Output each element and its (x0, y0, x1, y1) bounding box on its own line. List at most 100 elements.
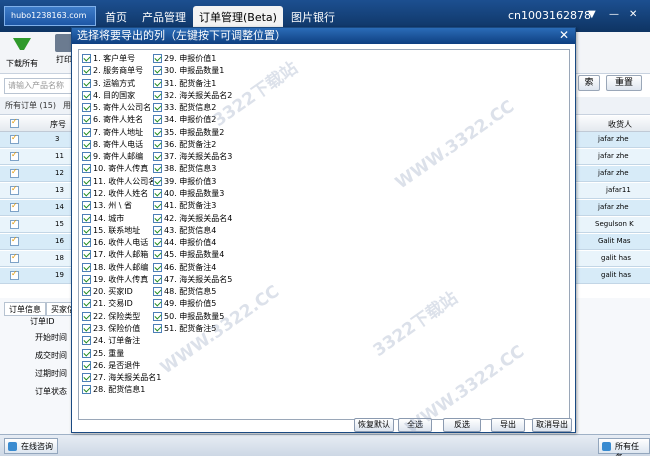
column-checkbox[interactable] (82, 225, 91, 235)
nav-home[interactable]: 首页 (105, 9, 127, 25)
cancel-export-button[interactable]: 取消导出 (532, 418, 572, 432)
column-option-label: 35. 申报品数量2 (164, 127, 225, 137)
column-checkbox[interactable] (82, 164, 91, 174)
column-checkbox[interactable] (153, 152, 162, 162)
column-checkbox[interactable] (153, 201, 162, 211)
close-icon[interactable]: ✕ (559, 28, 569, 42)
column-checkbox[interactable] (153, 103, 162, 113)
column-checkbox[interactable] (82, 189, 91, 198)
column-checkbox[interactable] (82, 115, 91, 125)
column-checkbox[interactable] (153, 262, 162, 272)
column-option-label: 29. 申报价值1 (164, 54, 217, 63)
row-checkbox[interactable] (10, 252, 19, 263)
column-checkbox[interactable] (82, 103, 91, 113)
reset-button[interactable]: 重置 (606, 75, 642, 91)
column-checkbox[interactable] (82, 287, 91, 297)
online-consult-button[interactable]: 在线咨询 (4, 438, 58, 454)
row-checkbox[interactable] (10, 184, 19, 195)
column-checkbox[interactable] (82, 176, 91, 186)
product-search-input[interactable]: 请输入产品名称 (4, 78, 72, 94)
row-checkbox[interactable] (10, 150, 19, 161)
column-option-label: 44. 申报价值4 (164, 238, 217, 247)
column-checkbox[interactable] (82, 360, 91, 370)
column-checkbox[interactable] (82, 127, 91, 137)
tab-order-info[interactable]: 订单信息 (4, 302, 46, 316)
column-option-label: 42. 海关报关品名4 (164, 213, 233, 223)
column-checkbox[interactable] (153, 78, 162, 88)
column-checkbox[interactable] (82, 336, 91, 346)
tab-all-orders[interactable]: 所有订单 (15) (5, 100, 56, 111)
row-checkbox[interactable] (10, 269, 19, 280)
column-checkbox[interactable] (153, 311, 162, 321)
row-receiver: jafar zhe (598, 152, 629, 160)
chevron-down-icon[interactable]: ▼ (588, 9, 596, 20)
column-checkbox[interactable] (153, 213, 162, 223)
column-checkbox[interactable] (153, 238, 162, 247)
column-checkbox[interactable] (82, 152, 91, 162)
column-checkbox[interactable] (153, 139, 162, 149)
column-checkbox[interactable] (82, 274, 91, 284)
search-button[interactable]: 索 (578, 75, 600, 91)
tab-other[interactable]: 用 (63, 100, 71, 111)
column-option-label: 26. 是否退件 (93, 360, 141, 370)
row-seq: 16 (55, 237, 64, 245)
nav-products[interactable]: 产品管理 (142, 9, 186, 25)
column-checkbox[interactable] (82, 348, 91, 358)
column-checkbox[interactable] (82, 201, 91, 211)
column-checkbox[interactable] (82, 54, 91, 63)
row-checkbox[interactable] (10, 133, 19, 144)
column-option-label: 46. 配货备注4 (164, 262, 217, 272)
column-option-label: 19. 收件人传真 (93, 274, 149, 284)
column-checkbox[interactable] (82, 66, 91, 76)
column-checkbox[interactable] (82, 238, 91, 247)
column-checkbox[interactable] (82, 139, 91, 149)
row-checkbox[interactable] (10, 218, 19, 229)
download-arrow-icon (13, 38, 31, 56)
column-checkbox[interactable] (153, 299, 162, 309)
invert-selection-button[interactable]: 反选 (443, 418, 481, 432)
column-checkbox[interactable] (153, 176, 162, 186)
column-checkbox[interactable] (153, 287, 162, 297)
column-checkbox[interactable] (82, 90, 91, 100)
minimize-icon[interactable]: — (609, 9, 619, 20)
column-option-label: 2. 服务商单号 (93, 66, 144, 76)
download-all-label: 下载所有 (6, 59, 38, 68)
column-checkbox[interactable] (82, 250, 91, 260)
column-checkbox[interactable] (153, 274, 162, 284)
all-tasks-button[interactable]: 所有任务 (598, 438, 650, 456)
column-checkbox[interactable] (153, 225, 162, 235)
column-checkbox[interactable] (82, 385, 91, 395)
column-checkbox[interactable] (153, 127, 162, 137)
column-checkbox[interactable] (153, 54, 162, 63)
account-name[interactable]: cn1003162878 (508, 9, 591, 22)
column-checkbox[interactable] (153, 90, 162, 100)
column-option-label: 4. 目的国家 (93, 90, 136, 100)
column-checkbox[interactable] (82, 299, 91, 309)
row-checkbox[interactable] (10, 167, 19, 178)
download-all-button[interactable]: 下载所有 (2, 34, 42, 69)
column-checkbox[interactable] (153, 250, 162, 260)
column-checkbox[interactable] (82, 262, 91, 272)
restore-default-button[interactable]: 恢复默认 (354, 418, 394, 432)
column-option-label: 25. 重量 (93, 348, 125, 358)
select-all-checkbox[interactable] (10, 117, 19, 128)
row-seq: 3 (55, 135, 60, 143)
column-checkbox[interactable] (153, 189, 162, 198)
column-option-label: 6. 寄件人姓名 (93, 115, 144, 125)
column-checkbox[interactable] (82, 78, 91, 88)
row-checkbox[interactable] (10, 235, 19, 246)
row-seq: 13 (55, 186, 64, 194)
column-checkbox[interactable] (82, 323, 91, 333)
column-checkbox[interactable] (153, 164, 162, 174)
column-checkbox[interactable] (82, 213, 91, 223)
column-checkbox[interactable] (153, 323, 162, 333)
column-checkbox[interactable] (82, 373, 91, 382)
column-checkbox[interactable] (153, 115, 162, 125)
nav-image-bank[interactable]: 图片银行 (291, 9, 335, 25)
column-checkbox[interactable] (82, 311, 91, 321)
export-button[interactable]: 导出 (491, 418, 525, 432)
close-icon[interactable]: ✕ (629, 9, 637, 20)
row-checkbox[interactable] (10, 201, 19, 212)
column-checkbox[interactable] (153, 66, 162, 76)
print-label: 打印 (56, 55, 72, 64)
